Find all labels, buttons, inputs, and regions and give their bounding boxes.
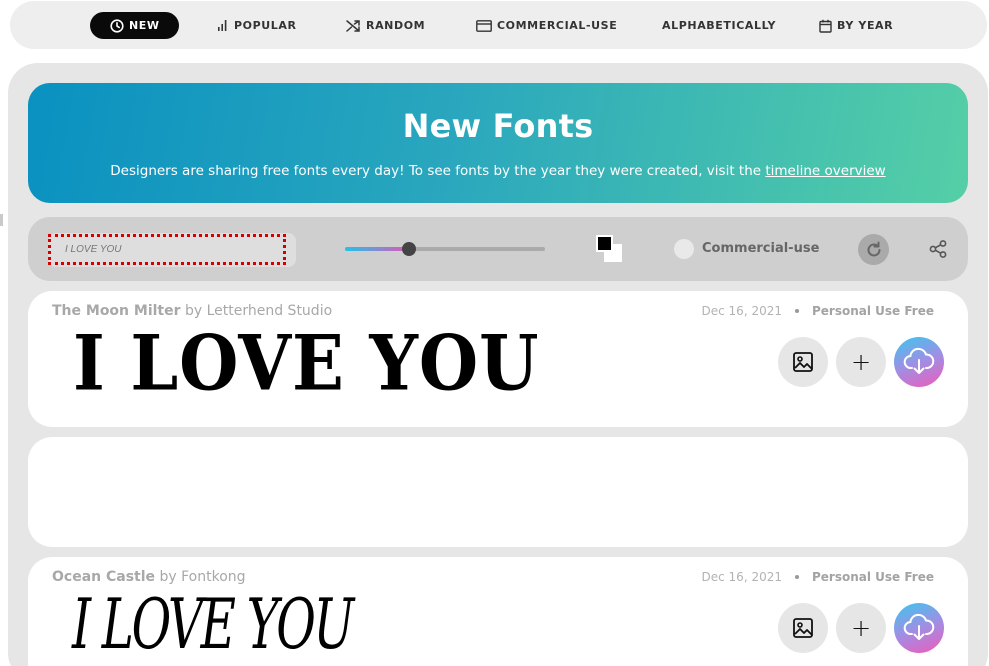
- nav-random-label: RANDOM: [366, 19, 426, 32]
- meta-separator-dot: [795, 575, 799, 579]
- size-slider[interactable]: [345, 240, 545, 258]
- font-card-placeholder: [28, 437, 968, 547]
- nav-alphabetically[interactable]: ALPHABETICALLY: [662, 12, 776, 39]
- nav-by-year-label: BY YEAR: [837, 19, 894, 32]
- download-button[interactable]: [894, 337, 944, 387]
- font-sample-preview[interactable]: I LOVE YOU: [72, 583, 354, 665]
- font-meta: Dec 16, 2021 Personal Use Free: [702, 304, 934, 318]
- nav-popular-label: POPULAR: [234, 19, 297, 32]
- calendar-icon: [819, 19, 832, 33]
- page-title: New Fonts: [402, 107, 594, 145]
- font-meta: Dec 16, 2021 Personal Use Free: [702, 570, 934, 584]
- hero-subtitle-text: Designers are sharing free fonts every d…: [110, 163, 766, 179]
- image-preview-button[interactable]: [778, 603, 828, 653]
- shuffle-icon: [346, 19, 360, 32]
- commercial-use-toggle[interactable]: [674, 239, 694, 259]
- nav-by-year[interactable]: BY YEAR: [819, 12, 893, 39]
- hero-banner: New Fonts Designers are sharing free fon…: [28, 83, 968, 203]
- preview-text-input[interactable]: [48, 234, 286, 265]
- refresh-icon: [867, 241, 880, 256]
- bar-chart-icon: [218, 20, 227, 31]
- font-card-heading: The Moon Milter by Letterhend Studio: [52, 303, 332, 319]
- nav-alphabetically-label: ALPHABETICALLY: [662, 19, 777, 32]
- card-icon: [476, 19, 492, 32]
- font-by-label: by: [184, 303, 203, 319]
- commercial-use-label: Commercial-use: [702, 241, 820, 256]
- font-name-link[interactable]: The Moon Milter: [52, 303, 181, 319]
- share-button[interactable]: [926, 237, 950, 261]
- add-to-collection-button[interactable]: +: [836, 337, 886, 387]
- image-icon: [793, 352, 813, 372]
- cloud-download-icon: [903, 347, 935, 374]
- meta-separator-dot: [795, 309, 799, 313]
- preview-controls: Commercial-use: [28, 217, 968, 281]
- font-sample-preview[interactable]: I LOVE YOU: [73, 320, 539, 408]
- share-icon: [929, 240, 947, 258]
- nav-commercial-use-label: COMMERCIAL-USE: [497, 19, 618, 32]
- color-picker[interactable]: [596, 235, 624, 263]
- font-author-link[interactable]: Letterhend Studio: [207, 303, 333, 319]
- nav-new-label: NEW: [129, 19, 160, 32]
- font-license: Personal Use Free: [812, 304, 934, 318]
- slider-thumb[interactable]: [402, 242, 416, 256]
- download-button[interactable]: [894, 603, 944, 653]
- nav-new[interactable]: NEW: [90, 12, 179, 39]
- plus-icon: +: [850, 348, 872, 376]
- nav-commercial-use[interactable]: COMMERCIAL-USE: [476, 12, 617, 39]
- font-license: Personal Use Free: [812, 570, 934, 584]
- font-card: The Moon Milter by Letterhend Studio Dec…: [28, 291, 968, 427]
- reset-button[interactable]: [858, 234, 889, 265]
- nav-popular[interactable]: POPULAR: [217, 12, 297, 39]
- text-color-swatch[interactable]: [596, 235, 613, 252]
- top-navigation: NEW POPULAR RANDOM COMMERCIAL-USE ALPHAB…: [10, 1, 987, 49]
- cloud-download-icon: [903, 613, 935, 640]
- clock-icon: [110, 18, 124, 33]
- add-to-collection-button[interactable]: +: [836, 603, 886, 653]
- image-preview-button[interactable]: [778, 337, 828, 387]
- font-date: Dec 16, 2021: [701, 570, 782, 584]
- hero-subtitle: Designers are sharing free fonts every d…: [28, 163, 968, 179]
- font-card: Ocean Castle by Fontkong Dec 16, 2021 Pe…: [28, 557, 968, 666]
- left-edge-marker: [0, 214, 3, 226]
- timeline-overview-link[interactable]: timeline overview: [765, 163, 885, 179]
- preview-text-field: [48, 233, 296, 267]
- image-icon: [793, 618, 813, 638]
- font-date: Dec 16, 2021: [701, 304, 782, 318]
- slider-fill: [345, 247, 409, 251]
- nav-random[interactable]: RANDOM: [346, 12, 425, 39]
- plus-icon: +: [850, 614, 872, 642]
